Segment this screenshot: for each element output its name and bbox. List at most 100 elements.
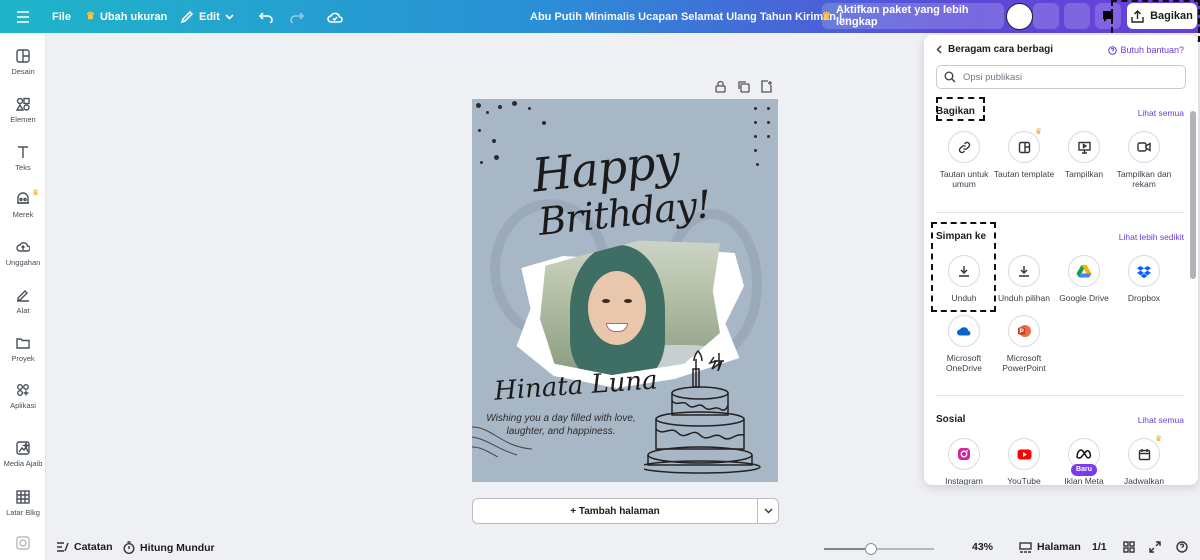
share-section-title: Bagikan (936, 106, 975, 117)
question-icon (1176, 541, 1188, 553)
crown-icon: ♛ (86, 11, 95, 22)
social-see-all-link[interactable]: Lihat semua (1138, 415, 1184, 425)
pages-button[interactable]: Halaman (1019, 541, 1081, 553)
crown-icon: ♛ (822, 10, 831, 22)
option-youtube[interactable]: YouTube (993, 438, 1055, 485)
recipient-name[interactable]: Hinata Luna (493, 365, 658, 406)
magic-media-icon (16, 441, 30, 455)
publish-options-search[interactable]: Opsi publikasi (936, 65, 1186, 89)
crown-icon: ♛ (1154, 434, 1162, 443)
panel-scrollbar[interactable] (1190, 97, 1196, 481)
background-icon (16, 490, 30, 504)
bottom-bar: Catatan Hitung Mundur 43% Halaman 1/1 (46, 536, 1200, 560)
sidebar-item-magic-media[interactable]: Media Ajaib (0, 441, 46, 468)
chevron-down-icon (225, 13, 234, 20)
sidebar-item-brand[interactable]: ♛ Merek (0, 188, 46, 219)
apps-icon (17, 384, 29, 396)
add-page-button[interactable]: + Tambah halaman (472, 498, 757, 524)
timer-button[interactable]: Hitung Mundur (123, 541, 215, 554)
option-download-selection[interactable]: Unduh pilihan (993, 255, 1055, 303)
pages-icon (1019, 541, 1032, 553)
crown-icon: ♛ (1034, 127, 1042, 136)
expand-icon (1149, 541, 1161, 553)
menu-button[interactable] (16, 0, 30, 33)
help-link[interactable]: Butuh bantuan? (1108, 45, 1184, 55)
stopwatch-icon (123, 541, 135, 554)
zoom-slider-handle[interactable] (865, 543, 877, 555)
resize-button[interactable]: ♛ Ubah ukuran (86, 0, 167, 33)
comments-button[interactable] (1095, 3, 1121, 29)
design-page[interactable]: Happy Brithday! Hinata Luna Wishing you … (472, 99, 778, 482)
search-icon (944, 71, 956, 83)
option-instagram[interactable]: Instagram (933, 438, 995, 485)
option-dropbox[interactable]: Dropbox (1113, 255, 1175, 303)
cake-illustration[interactable] (644, 349, 774, 479)
lock-icon[interactable] (714, 80, 727, 93)
page-tools (714, 80, 773, 93)
duplicate-icon[interactable] (737, 80, 750, 93)
share-button[interactable]: Bagikan (1127, 3, 1197, 29)
google-drive-icon (1076, 265, 1092, 278)
option-onedrive[interactable]: Microsoft OneDrive (933, 315, 995, 373)
youtube-icon (1017, 449, 1031, 459)
sidebar-item-projects[interactable]: Proyek (0, 336, 46, 363)
sidebar-item-apps[interactable]: Aplikasi (0, 383, 46, 410)
grid-view-button[interactable] (1123, 541, 1135, 553)
cloud-save-status[interactable] (327, 0, 343, 33)
grid-icon (1123, 541, 1135, 553)
insights-button[interactable] (1064, 3, 1090, 29)
option-powerpoint[interactable]: Microsoft PowerPoint (993, 315, 1055, 373)
file-menu[interactable]: File (52, 0, 71, 33)
panel-back-button[interactable]: Beragam cara berbagi (936, 44, 1053, 55)
sidebar-item-elements[interactable]: Elemen (0, 97, 46, 124)
sidebar-item-design[interactable]: Desain (0, 49, 46, 76)
option-download[interactable]: Unduh (933, 255, 995, 303)
sidebar-item-extra[interactable] (0, 536, 46, 554)
draw-icon (17, 290, 29, 302)
notes-icon (57, 542, 69, 552)
zoom-slider[interactable] (824, 543, 934, 555)
fullscreen-button[interactable] (1149, 541, 1161, 553)
link-icon (958, 141, 970, 153)
option-template-link[interactable]: ♛ Tautan template (993, 127, 1055, 179)
option-schedule[interactable]: ♛ Jadwalkan (1113, 434, 1175, 485)
upgrade-button[interactable]: ♛ Aktifkan paket yang lebih lengkap (822, 3, 1004, 29)
powerpoint-icon (1018, 325, 1031, 337)
comment-icon (1103, 11, 1113, 22)
plus-icon (1041, 11, 1051, 21)
hamburger-icon (17, 10, 29, 23)
page-count[interactable]: 1/1 (1092, 541, 1107, 553)
share-panel: Beragam cara berbagi Butuh bantuan? Opsi… (924, 35, 1198, 485)
add-page-dropdown[interactable] (757, 498, 779, 524)
crown-icon: ♛ (32, 188, 40, 197)
redo-button[interactable] (290, 0, 304, 33)
zoom-level[interactable]: 43% (972, 541, 993, 553)
avatar[interactable] (1006, 3, 1033, 30)
add-page-icon[interactable] (760, 80, 773, 93)
sidebar-item-uploads[interactable]: Unggahan (0, 240, 46, 267)
design-icon (16, 49, 30, 63)
help-button[interactable] (1176, 541, 1188, 553)
option-google-drive[interactable]: Google Drive (1053, 255, 1115, 303)
option-meta-ads[interactable]: Baru Iklan Meta (1053, 438, 1115, 485)
option-present-record[interactable]: Tampilkan dan rekam (1113, 131, 1175, 189)
document-title[interactable]: Abu Putih Minimalis Ucapan Selamat Ulang… (530, 0, 851, 33)
record-icon (1137, 142, 1151, 152)
option-present[interactable]: Tampilkan (1053, 131, 1115, 179)
share-see-all-link[interactable]: Lihat semua (1138, 108, 1184, 118)
folder-icon (16, 338, 30, 349)
sidebar-item-text[interactable]: Teks (0, 145, 46, 172)
option-public-link[interactable]: Tautan untuk umum (933, 131, 995, 189)
save-section-title: Simpan ke (936, 231, 987, 242)
notes-button[interactable]: Catatan (56, 541, 113, 553)
edit-menu[interactable]: Edit (180, 0, 234, 33)
undo-button[interactable] (259, 0, 273, 33)
panel-scrollbar-thumb[interactable] (1190, 111, 1196, 279)
undo-icon (259, 11, 273, 23)
save-see-less-link[interactable]: Lihat lebih sedikit (1119, 232, 1184, 242)
sidebar-item-draw[interactable]: Alat (0, 288, 46, 315)
bar-chart-icon (1071, 12, 1083, 22)
add-collaborator-button[interactable] (1033, 3, 1059, 29)
sidebar-item-background[interactable]: Latar Blkg (0, 490, 46, 517)
pencil-icon (180, 10, 194, 23)
